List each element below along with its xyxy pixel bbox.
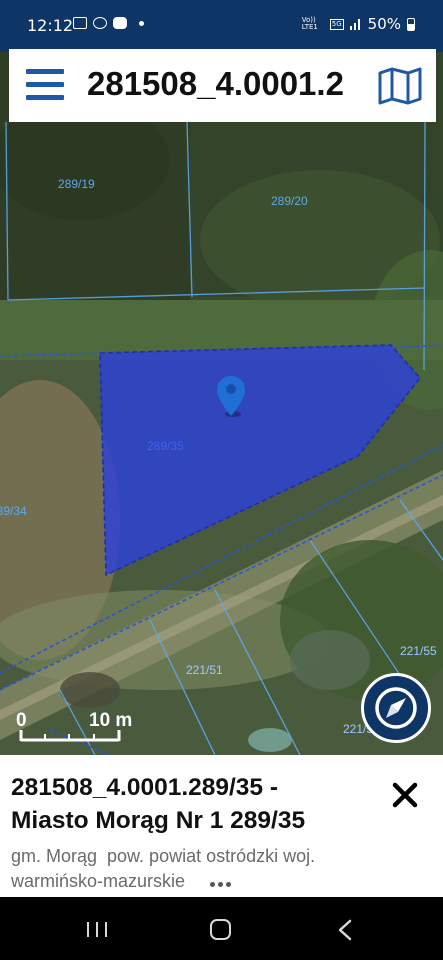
map-icon[interactable] [378, 67, 422, 105]
home-icon[interactable] [210, 919, 231, 940]
close-icon[interactable] [391, 781, 419, 809]
parcel-info-title: 281508_4.0001.289/35 - Miasto Morąg Nr 1… [11, 774, 306, 834]
chat-icon [93, 17, 107, 29]
notification-icons [73, 17, 144, 29]
parcel-label-289-20: 289/20 [271, 194, 308, 208]
5g-label: 5G [329, 18, 344, 30]
parcel-id-title: 281508_4.0001.2 [87, 65, 344, 102]
battery-percent: 50% [367, 15, 401, 33]
compass-button[interactable] [361, 673, 431, 743]
top-app-bar: 281508_4.0001.2 [9, 49, 436, 122]
parcel-label-289-35: 289/35 [147, 439, 184, 453]
status-bar: 12:12 Vo)) LTE1 5G 50% [0, 0, 443, 52]
scale-bar: 0 10 m [16, 710, 146, 742]
battery-icon [407, 17, 415, 31]
parcel-label-289-19: 289/19 [58, 177, 95, 191]
status-right: Vo)) LTE1 5G 50% [302, 15, 415, 33]
status-time: 12:12 [27, 16, 74, 35]
volte-label: Vo)) LTE1 [301, 16, 318, 31]
back-icon[interactable] [338, 919, 352, 941]
youtube-icon [113, 17, 127, 29]
more-notifications-icon [139, 20, 144, 26]
parcel-label-289-34: 289/34 [0, 504, 27, 518]
gallery-icon [73, 17, 87, 29]
more-handle[interactable] [210, 882, 231, 887]
recents-icon[interactable] [87, 922, 107, 937]
system-nav-bar [0, 897, 443, 960]
parcel-info-panel: 281508_4.0001.289/35 - Miasto Morąg Nr 1… [0, 755, 443, 897]
hamburger-menu-icon[interactable] [26, 69, 64, 101]
location-pin-icon[interactable] [217, 376, 245, 418]
map-view[interactable]: 289/19 289/20 289/35 289/34 221/51 221/5… [0, 52, 443, 755]
compass-navigation-icon [375, 687, 417, 729]
parcel-label-221-51: 221/51 [186, 663, 223, 677]
parcel-label-221-55: 221/55 [400, 644, 437, 658]
scale-ruler [19, 730, 121, 742]
signal-icon [349, 19, 360, 30]
